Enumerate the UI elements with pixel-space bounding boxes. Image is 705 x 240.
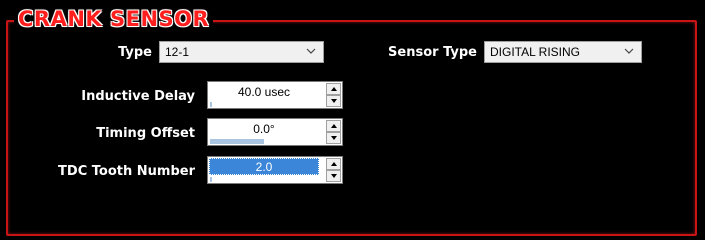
sensor-type-label: Sensor Type	[388, 45, 477, 60]
tdc-tooth-number-level-bar	[210, 177, 318, 182]
tdc-tooth-number-label: TDC Tooth Number	[58, 164, 195, 179]
type-label: Type	[118, 45, 152, 60]
inductive-delay-decrement-button[interactable]	[326, 95, 341, 107]
tdc-tooth-number-value: 2.0	[255, 160, 273, 174]
inductive-delay-level-bar	[210, 102, 318, 107]
tdc-tooth-number-decrement-button[interactable]	[326, 170, 341, 182]
arrow-up-icon	[331, 87, 337, 91]
tdc-tooth-number-spinner[interactable]: 2.0	[207, 156, 343, 184]
sensor-type-dropdown-value: DIGITAL RISING	[490, 45, 581, 59]
timing-offset-increment-button[interactable]	[326, 120, 341, 132]
timing-offset-level-bar	[210, 139, 318, 144]
tdc-tooth-number-increment-button[interactable]	[326, 158, 341, 170]
inductive-delay-spinner[interactable]: 40.0 usec	[207, 81, 343, 109]
type-dropdown[interactable]: 12-1	[159, 41, 324, 63]
timing-offset-value: 0.0°	[253, 122, 275, 136]
type-dropdown-value: 12-1	[165, 45, 190, 59]
panel-title: CRANK SENSOR	[14, 6, 214, 32]
sensor-type-dropdown[interactable]: DIGITAL RISING	[484, 41, 642, 63]
arrow-up-icon	[331, 162, 337, 166]
chevron-down-icon	[306, 48, 316, 54]
timing-offset-label: Timing Offset	[96, 126, 195, 141]
chevron-down-icon	[624, 48, 634, 54]
arrow-down-icon	[331, 136, 337, 140]
timing-offset-decrement-button[interactable]	[326, 132, 341, 144]
inductive-delay-value: 40.0 usec	[237, 85, 291, 99]
arrow-up-icon	[331, 124, 337, 128]
arrow-down-icon	[331, 174, 337, 178]
inductive-delay-increment-button[interactable]	[326, 83, 341, 95]
arrow-down-icon	[331, 99, 337, 103]
inductive-delay-label: Inductive Delay	[81, 89, 195, 104]
timing-offset-spinner[interactable]: 0.0°	[207, 118, 343, 146]
